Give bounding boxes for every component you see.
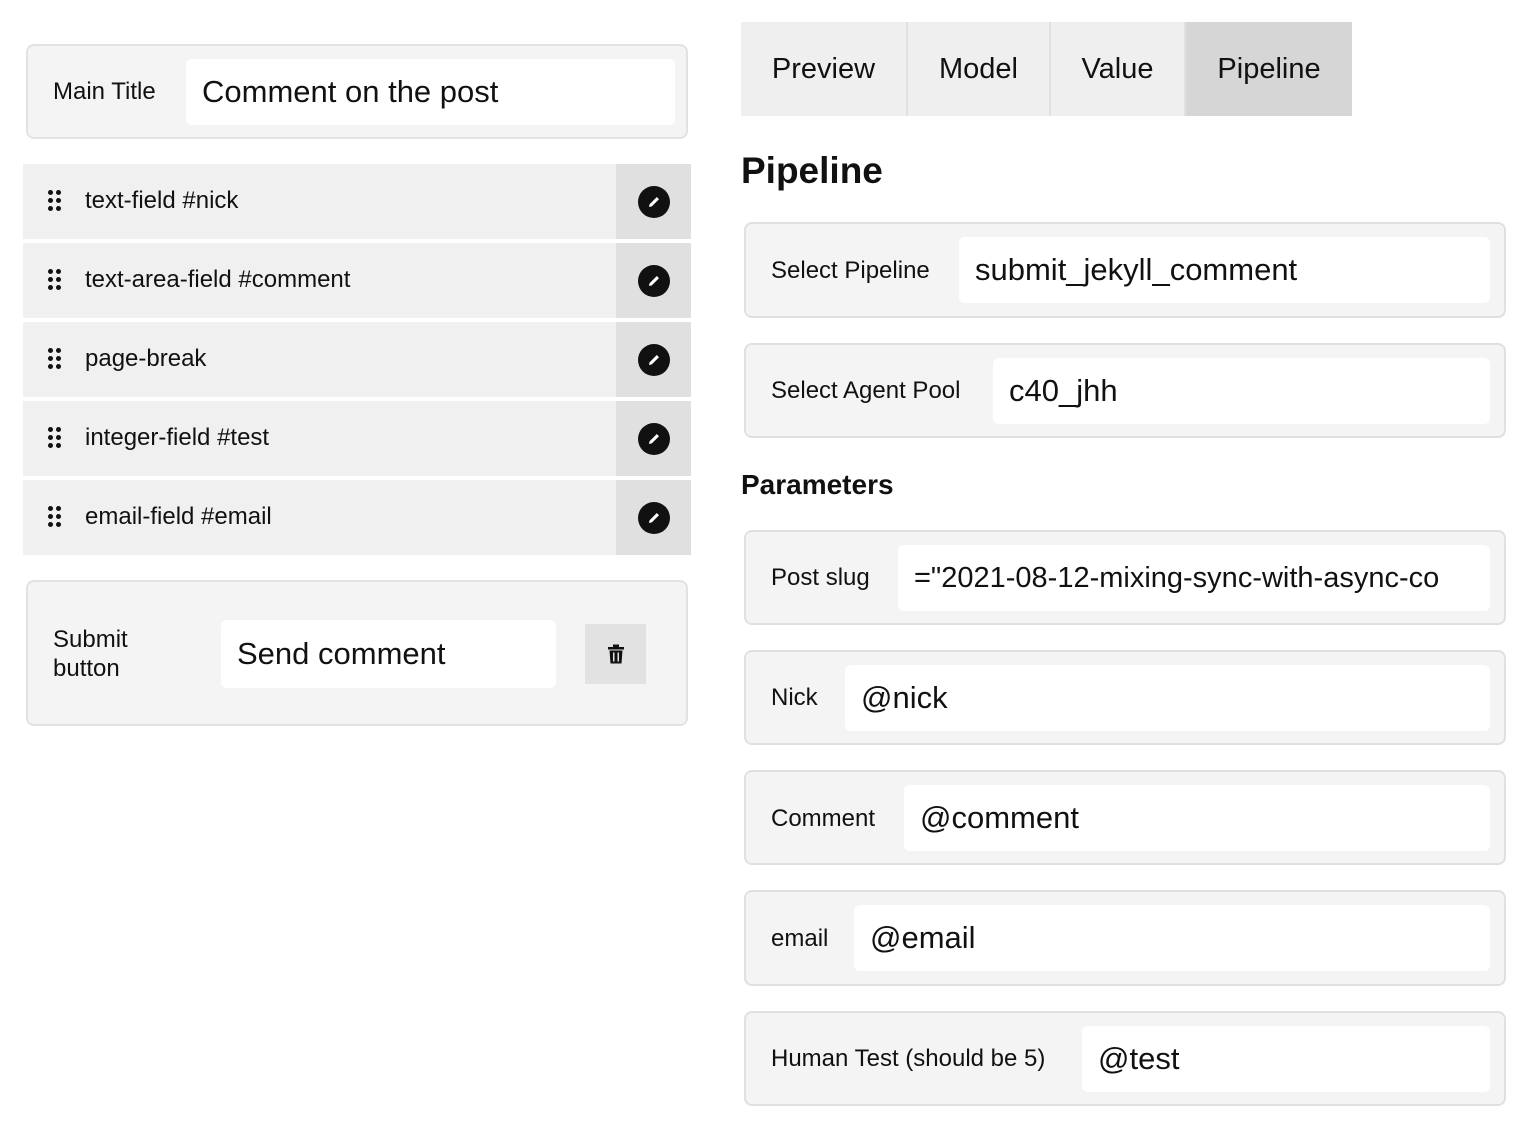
pencil-icon xyxy=(637,264,670,297)
field-row-comment[interactable]: text-area-field #comment xyxy=(23,243,691,318)
tab-model[interactable]: Model xyxy=(908,22,1051,116)
param-comment-card: Comment @comment xyxy=(744,770,1506,865)
edit-field-button[interactable] xyxy=(616,164,691,239)
pencil-icon xyxy=(637,422,670,455)
param-email-card: email @email xyxy=(744,890,1506,986)
tab-value[interactable]: Value xyxy=(1051,22,1186,116)
param-email-input[interactable]: @email xyxy=(854,905,1490,971)
drag-handle-icon[interactable] xyxy=(48,190,62,212)
field-row-page-break[interactable]: page-break xyxy=(23,322,691,397)
main-title-card: Main Title Comment on the post xyxy=(26,44,688,139)
select-pipeline-label: Select Pipeline xyxy=(771,257,930,284)
drag-handle-icon[interactable] xyxy=(48,348,62,370)
field-row-test[interactable]: integer-field #test xyxy=(23,401,691,476)
edit-field-button[interactable] xyxy=(616,322,691,397)
param-label: Comment xyxy=(771,805,876,832)
submit-button-card: Submit button Send comment xyxy=(26,580,688,726)
submit-button-label: Submit button xyxy=(53,625,128,683)
param-nick-input[interactable]: @nick xyxy=(845,665,1490,731)
select-pipeline-input[interactable]: submit_jekyll_comment xyxy=(959,237,1490,303)
param-post-slug-input[interactable]: ="2021-08-12-mixing-sync-with-async-co xyxy=(898,545,1490,611)
tab-pipeline[interactable]: Pipeline xyxy=(1186,22,1352,116)
param-post-slug-card: Post slug ="2021-08-12-mixing-sync-with-… xyxy=(744,530,1506,625)
drag-handle-icon[interactable] xyxy=(48,269,62,291)
param-comment-input[interactable]: @comment xyxy=(904,785,1490,851)
field-row-nick[interactable]: text-field #nick xyxy=(23,164,691,239)
field-label: page-break xyxy=(85,345,207,372)
drag-handle-icon[interactable] xyxy=(48,506,62,528)
select-agent-pool-card: Select Agent Pool c40_jhh xyxy=(744,343,1506,438)
form-field-list: text-field #nick text-area-field #commen… xyxy=(23,164,691,559)
param-human-test-card: Human Test (should be 5) @test xyxy=(744,1011,1506,1106)
param-label: Nick xyxy=(771,684,818,711)
field-row-email[interactable]: email-field #email xyxy=(23,480,691,555)
edit-field-button[interactable] xyxy=(616,480,691,555)
select-agent-pool-label: Select Agent Pool xyxy=(771,377,961,404)
pencil-icon xyxy=(637,343,670,376)
main-title-input[interactable]: Comment on the post xyxy=(186,59,675,125)
main-title-label: Main Title xyxy=(53,78,156,105)
trash-icon xyxy=(607,644,624,664)
edit-field-button[interactable] xyxy=(616,243,691,318)
param-label: Post slug xyxy=(771,564,870,591)
parameters-heading: Parameters xyxy=(741,469,894,500)
tab-bar: Preview Model Value Pipeline xyxy=(741,22,1352,116)
edit-field-button[interactable] xyxy=(616,401,691,476)
param-label: Human Test (should be 5) xyxy=(771,1045,1046,1072)
submit-button-text-input[interactable]: Send comment xyxy=(221,620,556,688)
tab-preview[interactable]: Preview xyxy=(741,22,908,116)
field-label: text-area-field #comment xyxy=(85,266,351,293)
param-human-test-input[interactable]: @test xyxy=(1082,1026,1490,1092)
pencil-icon xyxy=(637,501,670,534)
field-label: integer-field #test xyxy=(85,424,270,451)
agent-pool-input[interactable]: c40_jhh xyxy=(993,358,1490,424)
pencil-icon xyxy=(637,185,670,218)
delete-button[interactable] xyxy=(585,624,646,684)
param-label: email xyxy=(771,925,829,952)
param-nick-card: Nick @nick xyxy=(744,650,1506,745)
submit-label-line2: button xyxy=(53,655,120,682)
select-pipeline-card: Select Pipeline submit_jekyll_comment xyxy=(744,222,1506,318)
submit-label-line1: Submit xyxy=(53,626,128,653)
field-label: email-field #email xyxy=(85,503,272,530)
pipeline-heading: Pipeline xyxy=(741,150,883,191)
drag-handle-icon[interactable] xyxy=(48,427,62,449)
field-label: text-field #nick xyxy=(85,187,239,214)
